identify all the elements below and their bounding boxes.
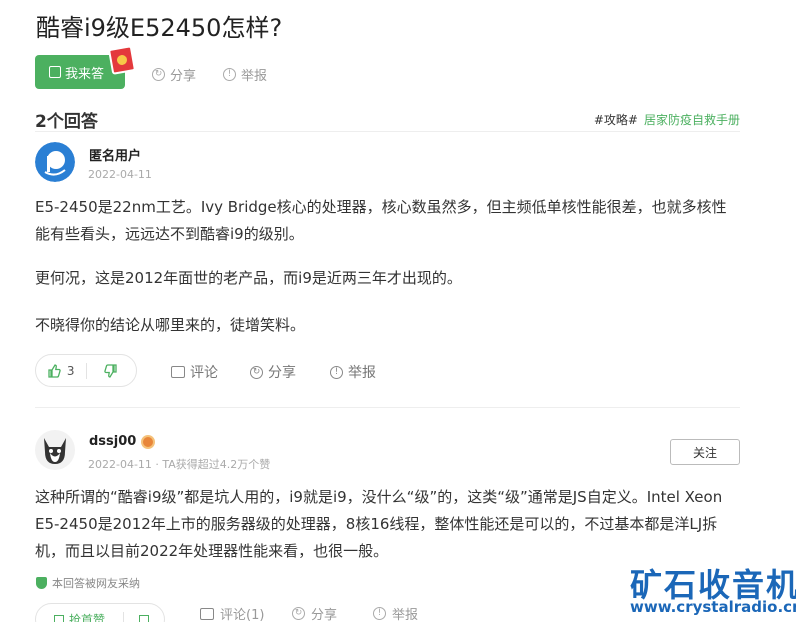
- topic-tags: #攻略# 居家防疫自救手册: [594, 111, 740, 128]
- avatar[interactable]: [35, 142, 75, 182]
- level-badge-icon: [141, 434, 156, 449]
- answer-paragraph: 不晓得你的结论从哪里来的，徒增笑料。: [35, 316, 306, 334]
- report-icon: !: [330, 365, 343, 379]
- comment-button[interactable]: 评论: [171, 362, 218, 382]
- shield-check-icon: [36, 577, 47, 589]
- share-button[interactable]: ↻ 分享: [152, 65, 196, 84]
- thumbs-up-icon: [53, 614, 64, 622]
- report-icon: !: [373, 607, 386, 620]
- follow-button[interactable]: 关注: [670, 439, 740, 465]
- answer-button-label: 我来答: [65, 66, 105, 82]
- edit-icon: [49, 66, 61, 78]
- user-name[interactable]: dssj00: [89, 434, 136, 449]
- report-button[interactable]: ! 举报: [223, 65, 267, 84]
- adopted-notice: 本回答被网友采纳: [36, 575, 140, 591]
- question-title: 酷睿i9级E52450怎样?: [36, 14, 283, 42]
- report-button[interactable]: ! 举报: [330, 362, 376, 382]
- thumbs-up-icon: [48, 363, 61, 378]
- divider: [35, 407, 740, 408]
- watermark-url: www.crystalradio.cn: [630, 598, 796, 616]
- like-count: 3: [66, 363, 75, 378]
- share-icon: ↻: [292, 607, 305, 620]
- user-name[interactable]: 匿名用户: [89, 145, 141, 164]
- answer-paragraph: 更何况，这是2012年面世的老产品，而i9是近两三年才出现的。: [35, 269, 462, 287]
- answer-date: 2022-04-11: [88, 168, 152, 181]
- avatar[interactable]: [35, 430, 75, 470]
- thumbs-down-icon: [104, 363, 117, 378]
- share-button[interactable]: ↻ 分享: [250, 362, 296, 382]
- first-like-button[interactable]: 抢首赞: [36, 611, 123, 622]
- comment-icon: [200, 607, 214, 620]
- like-button[interactable]: 3: [36, 364, 86, 378]
- vote-widget: 3: [35, 354, 137, 387]
- dislike-button[interactable]: [124, 614, 164, 622]
- share-button[interactable]: ↻ 分享: [292, 604, 337, 622]
- answer-paragraph: E5-2450是22nm工艺。Ivy Bridge核心的处理器，核心数虽然多，但…: [35, 198, 727, 243]
- topic-tag[interactable]: #攻略#: [594, 111, 638, 128]
- answer-paragraph: 这种所谓的“酷睿i9级”都是坑人用的，i9就是i9，没什么“级”的，这类“级”通…: [35, 488, 723, 560]
- comment-icon: [171, 366, 185, 378]
- answer-meta: 2022-04-11 · TA获得超过4.2万个赞: [88, 458, 271, 471]
- report-button[interactable]: ! 举报: [373, 604, 418, 622]
- share-icon: ↻: [250, 365, 263, 379]
- divider: [35, 131, 740, 132]
- comment-button[interactable]: 评论(1): [200, 604, 264, 622]
- share-icon: ↻: [152, 68, 165, 81]
- answer-count: 2个回答: [35, 112, 98, 132]
- vote-widget: 抢首赞: [35, 603, 165, 622]
- user-name-row: dssj00: [89, 434, 156, 449]
- dislike-button[interactable]: [87, 363, 137, 378]
- red-packet-icon[interactable]: [107, 45, 137, 75]
- topic-link[interactable]: 居家防疫自救手册: [644, 111, 740, 128]
- thumbs-down-icon: [139, 614, 149, 622]
- report-icon: !: [223, 68, 236, 81]
